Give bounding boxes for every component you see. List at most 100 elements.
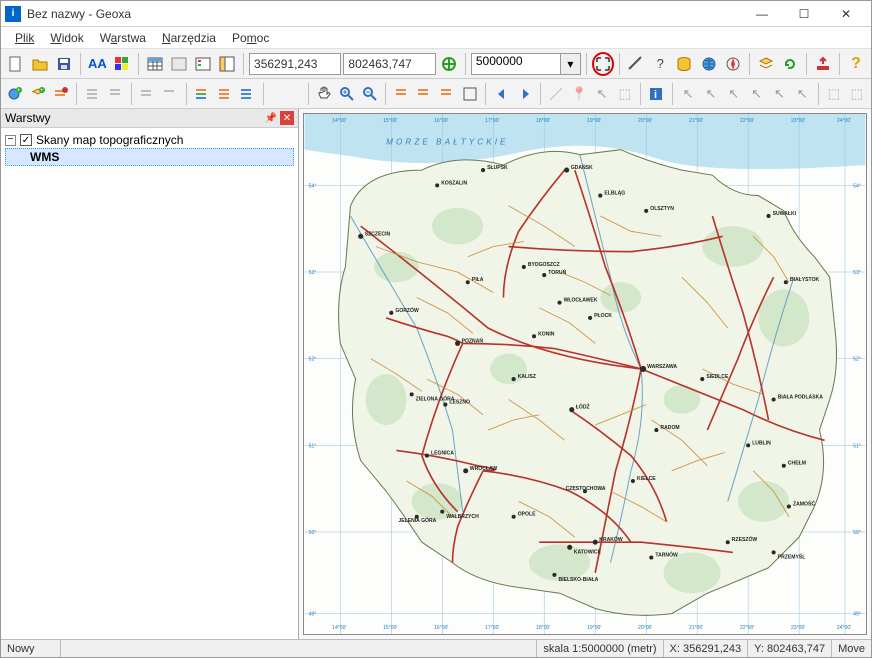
layers-panel-header: Warstwy 📌 ✕: [1, 109, 298, 128]
back-button[interactable]: [491, 82, 512, 106]
panel-close-button[interactable]: ✕: [280, 111, 294, 125]
close-button[interactable]: ✕: [825, 2, 867, 26]
svg-text:18°00': 18°00': [536, 625, 550, 631]
svg-text:KONIN: KONIN: [538, 331, 555, 337]
coord-y-input[interactable]: 802463,747: [343, 53, 435, 75]
stack4-button[interactable]: [160, 82, 181, 106]
goto-coord-button[interactable]: [438, 52, 460, 76]
zoom-in-button[interactable]: [337, 82, 358, 106]
app-icon: i: [5, 6, 21, 22]
minimize-button[interactable]: —: [741, 2, 783, 26]
layers-panel: Warstwy 📌 ✕ − ✓ Skany map topograficznyc…: [1, 109, 299, 639]
cursor3-button[interactable]: ↖: [723, 82, 744, 106]
layers-button[interactable]: [755, 52, 777, 76]
map-viewport[interactable]: MORZE BAŁTYCKIE WARSZAWA ŁÓDŹ KRAKÓW WRO…: [299, 109, 871, 639]
new-button[interactable]: [5, 52, 27, 76]
tree-child-row[interactable]: WMS: [5, 148, 294, 166]
tree-collapse-icon[interactable]: −: [5, 135, 16, 146]
menubar: Plik Widok Warstwa Narzędzia Pomoc: [1, 27, 871, 49]
refresh-button[interactable]: [779, 52, 801, 76]
svg-text:KRAKÓW: KRAKÓW: [599, 535, 623, 543]
menu-file[interactable]: Plik: [7, 29, 42, 47]
panel-pin-button[interactable]: 📌: [264, 111, 278, 125]
layout-button[interactable]: [216, 52, 238, 76]
svg-text:SZCZECIN: SZCZECIN: [365, 231, 391, 237]
stack2-button[interactable]: [105, 82, 126, 106]
coord-x-input[interactable]: 356291,243: [249, 53, 341, 75]
table2-button[interactable]: [168, 52, 190, 76]
node-button[interactable]: ⬚: [614, 82, 635, 106]
cursor5-button[interactable]: ↖: [769, 82, 790, 106]
extra2-button[interactable]: ⬚: [846, 82, 867, 106]
earth-add-button[interactable]: +: [5, 82, 26, 106]
zoom-extent-button[interactable]: [592, 52, 614, 76]
info-button[interactable]: i: [646, 82, 667, 106]
export-button[interactable]: [812, 52, 834, 76]
scale-dropdown[interactable]: ▾: [561, 53, 581, 75]
tree-root-row[interactable]: − ✓ Skany map topograficznych: [5, 132, 294, 148]
svg-text:SIEDLCE: SIEDLCE: [706, 374, 729, 380]
pan-button[interactable]: [314, 82, 335, 106]
marker-button[interactable]: 📍: [569, 82, 590, 106]
svg-text:52°: 52°: [853, 357, 861, 363]
open-button[interactable]: [29, 52, 51, 76]
save-button[interactable]: [53, 52, 75, 76]
compass-button[interactable]: [722, 52, 744, 76]
fwd-button[interactable]: [514, 82, 535, 106]
stack3-button[interactable]: [137, 82, 158, 106]
fit-button[interactable]: [460, 82, 481, 106]
svg-text:WŁOCŁAWEK: WŁOCŁAWEK: [564, 298, 598, 304]
stack-color2-button[interactable]: [214, 82, 235, 106]
status-scale: skala 1:5000000 (metr): [537, 640, 663, 657]
stack-c-button[interactable]: [437, 82, 458, 106]
maximize-button[interactable]: ☐: [783, 2, 825, 26]
cursor4-button[interactable]: ↖: [746, 82, 767, 106]
measure2-button[interactable]: [546, 82, 567, 106]
cursor6-button[interactable]: ↖: [792, 82, 813, 106]
area-button[interactable]: ?: [649, 52, 671, 76]
stack-color1-button[interactable]: [191, 82, 212, 106]
stack-color3-button[interactable]: [237, 82, 258, 106]
menu-layer[interactable]: Warstwa: [92, 29, 154, 47]
svg-text:14°00': 14°00': [332, 118, 346, 124]
toolbar-2: + + 📍 ↖ ⬚ i ↖ ↖ ↖ ↖ ↖ ↖ ⬚ ⬚: [1, 79, 871, 109]
stack-a-button[interactable]: [391, 82, 412, 106]
layer-add-button[interactable]: +: [28, 82, 49, 106]
extra1-button[interactable]: ⬚: [824, 82, 845, 106]
svg-text:ŁÓDŹ: ŁÓDŹ: [576, 403, 590, 411]
cursor1-button[interactable]: ↖: [678, 82, 699, 106]
tree-checkbox[interactable]: ✓: [20, 134, 32, 146]
stack-b-button[interactable]: [414, 82, 435, 106]
svg-text:i: i: [654, 89, 657, 101]
measure-button[interactable]: [625, 52, 647, 76]
font-button[interactable]: AA: [86, 52, 108, 76]
menu-tools[interactable]: Narzędzia: [154, 29, 224, 47]
cursor2-button[interactable]: ↖: [701, 82, 722, 106]
svg-text:22°00': 22°00': [740, 625, 754, 631]
stack-remove-button[interactable]: [51, 82, 72, 106]
svg-text:22°00': 22°00': [740, 118, 754, 124]
zoom-out-button[interactable]: [359, 82, 380, 106]
svg-text:CHEŁM: CHEŁM: [788, 461, 806, 467]
palette-button[interactable]: [110, 52, 132, 76]
svg-text:17°00': 17°00': [485, 625, 499, 631]
stack1-button[interactable]: [82, 82, 103, 106]
legend-button[interactable]: [192, 52, 214, 76]
svg-text:54°: 54°: [309, 183, 317, 189]
menu-view[interactable]: Widok: [42, 29, 91, 47]
globe-button[interactable]: [697, 52, 719, 76]
table-button[interactable]: [144, 52, 166, 76]
menu-help[interactable]: Pomoc: [224, 29, 277, 47]
svg-text:54°: 54°: [853, 183, 861, 189]
db-button[interactable]: [673, 52, 695, 76]
help-button[interactable]: ?: [845, 52, 867, 76]
select-arrow-button[interactable]: ↖: [591, 82, 612, 106]
svg-text:50°: 50°: [853, 530, 861, 536]
scale-input[interactable]: 5000000: [471, 53, 561, 75]
svg-text:52°: 52°: [309, 357, 317, 363]
map-canvas: MORZE BAŁTYCKIE WARSZAWA ŁÓDŹ KRAKÓW WRO…: [304, 114, 866, 634]
svg-text:19°00': 19°00': [587, 625, 601, 631]
svg-text:TARNÓW: TARNÓW: [655, 551, 678, 559]
svg-text:SUWAŁKI: SUWAŁKI: [773, 211, 797, 217]
svg-text:LEGNICA: LEGNICA: [431, 451, 454, 457]
